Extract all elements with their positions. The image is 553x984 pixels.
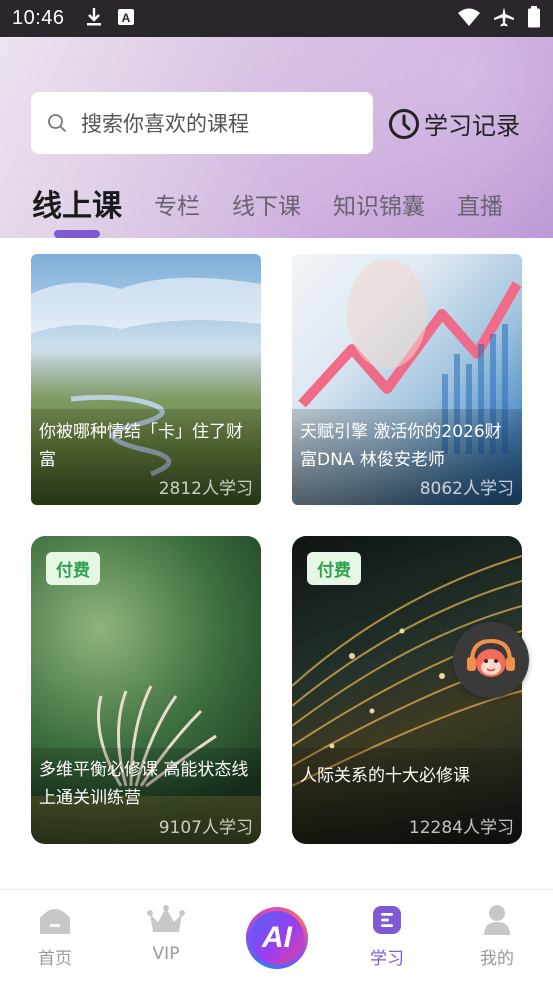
customer-service-assistant-button[interactable]	[453, 622, 529, 698]
learner-count: 8062人学习	[419, 479, 514, 499]
course-title: 人际关系的十大必修课	[300, 766, 470, 786]
learner-count: 2812人学习	[158, 479, 253, 499]
status-time: 10:46	[12, 7, 65, 29]
tab-live[interactable]: 直播	[457, 181, 503, 241]
crown-icon	[147, 905, 185, 932]
search-input[interactable]: 搜索你喜欢的课程	[31, 92, 373, 154]
svg-text:A: A	[121, 11, 130, 25]
app-a-icon: A	[117, 8, 135, 30]
ai-icon: AI	[250, 911, 304, 965]
status-bar: 10:46 A	[0, 0, 553, 37]
category-tabs: 线上课 专栏 线下课 知识锦囊 直播	[32, 181, 535, 241]
paid-badge: 付费	[307, 552, 361, 585]
course-title: 多维平衡必修课 高能状态线上通关训练营	[39, 760, 249, 808]
nav-home-label: 首页	[38, 949, 72, 969]
bottom-navigation: 首页 VIP AI 学习 我的	[0, 889, 553, 984]
nav-home[interactable]: 首页	[15, 900, 95, 969]
search-placeholder: 搜索你喜欢的课程	[81, 112, 249, 136]
course-card[interactable]: 天赋引擎 激活你的2026财富DNA 林俊安老师 8062人学习	[292, 254, 522, 505]
course-card[interactable]: 你被哪种情结「卡」住了财富 2812人学习	[31, 254, 261, 505]
home-icon	[40, 909, 70, 934]
tab-column[interactable]: 专栏	[154, 181, 200, 241]
tab-knowledge-tips[interactable]: 知识锦囊	[333, 181, 425, 241]
course-title: 你被哪种情结「卡」住了财富	[39, 422, 243, 470]
learner-count: 9107人学习	[158, 818, 253, 838]
assistant-avatar-icon	[467, 638, 515, 677]
course-title: 天赋引擎 激活你的2026财富DNA 林俊安老师	[300, 422, 502, 470]
nav-vip[interactable]: VIP	[126, 900, 206, 964]
tab-offline-course[interactable]: 线下课	[232, 181, 301, 241]
nav-vip-label: VIP	[152, 944, 180, 964]
nav-study[interactable]: 学习	[347, 900, 427, 969]
study-history-button[interactable]: 学习记录	[388, 106, 520, 141]
learner-count: 12284人学习	[408, 818, 514, 838]
search-icon	[48, 114, 66, 132]
nav-study-label: 学习	[370, 949, 404, 969]
course-card[interactable]: 付费 多维平衡必修课 高能状态线上通关训练营 9107人学习	[31, 536, 261, 844]
paid-badge: 付费	[46, 552, 100, 585]
download-icon	[85, 7, 103, 31]
study-history-label: 学习记录	[424, 112, 520, 140]
wifi-icon	[457, 7, 481, 31]
airplane-icon	[493, 6, 515, 32]
header-banner: 搜索你喜欢的课程 学习记录 线上课 专栏 线下课 知识锦囊 直播	[0, 37, 553, 238]
active-tab-indicator	[54, 230, 100, 238]
nav-profile[interactable]: 我的	[457, 900, 537, 969]
study-icon	[373, 906, 401, 934]
battery-icon	[527, 5, 541, 32]
profile-icon	[484, 905, 510, 935]
clock-icon	[389, 108, 419, 139]
nav-profile-label: 我的	[480, 949, 514, 969]
ai-assistant-button[interactable]: AI	[246, 907, 308, 969]
